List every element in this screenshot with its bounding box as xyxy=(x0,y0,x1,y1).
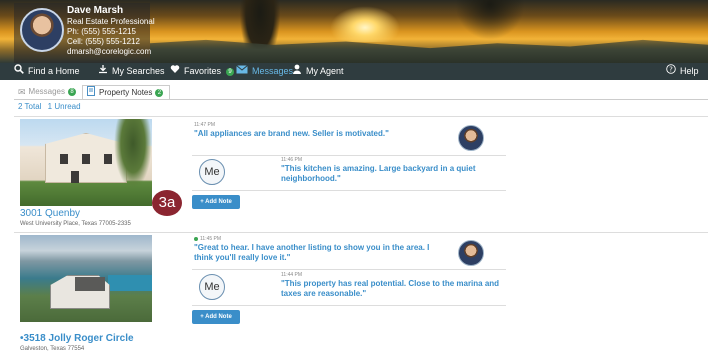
divider xyxy=(14,232,708,233)
note-time: 11:46 PM xyxy=(281,157,303,163)
note-text: "This property has real potential. Close… xyxy=(281,279,500,288)
my-note: 11:44 PM "This property has real potenti… xyxy=(281,272,499,299)
tab-property-notes-label: Property Notes xyxy=(99,87,153,97)
heart-icon xyxy=(170,63,180,80)
nav-my-searches[interactable]: My Searches xyxy=(98,63,165,80)
agent-note: 11:47 PM "All appliances are brand new. … xyxy=(194,122,389,139)
divider xyxy=(192,269,506,270)
tab-property-notes-badge: 2 xyxy=(155,88,164,97)
nav-favorites-label: Favorites xyxy=(184,66,222,76)
help-icon: ? xyxy=(666,63,676,80)
property-address: West University Place, Texas 77005-2335 xyxy=(20,221,131,227)
agent-info: Dave Marsh Real Estate Professional Ph: … xyxy=(67,5,155,57)
divider xyxy=(14,99,708,100)
header-banner: Dave Marsh Real Estate Professional Ph: … xyxy=(0,0,708,63)
agent-role: Real Estate Professional xyxy=(67,17,155,26)
divider xyxy=(192,155,506,156)
nav-my-agent[interactable]: My Agent xyxy=(292,63,344,80)
nav-help[interactable]: ? Help xyxy=(666,63,699,80)
tab-property-notes[interactable]: Property Notes 2 xyxy=(82,85,171,100)
note-text: taxes are reasonable." xyxy=(281,289,367,298)
my-note: 11:46 PM "This kitchen is amazing. Large… xyxy=(281,157,476,184)
roof-graphic xyxy=(75,277,105,291)
landscape-hills xyxy=(150,39,708,63)
tab-messages[interactable]: ✉ Messages 8 xyxy=(14,85,82,99)
note-time: 11:45 PM xyxy=(200,236,222,242)
nav-help-label: Help xyxy=(680,66,699,76)
note-text: "Great to hear. I have another listing t… xyxy=(194,243,430,252)
search-icon xyxy=(14,63,24,80)
note-time: 11:47 PM xyxy=(194,122,216,128)
total-count[interactable]: 2 Total xyxy=(18,102,41,111)
agent-email[interactable]: dmarsh@corelogic.com xyxy=(67,47,155,57)
window-graphic xyxy=(82,154,90,164)
add-note-button[interactable]: + Add Note xyxy=(192,310,240,324)
divider xyxy=(192,305,506,306)
agent-note: 11:45 PM "Great to hear. I have another … xyxy=(194,236,429,263)
agent-name: Dave Marsh xyxy=(67,5,124,16)
note-text: "This kitchen is amazing. Large backyard… xyxy=(281,164,476,173)
main-nav: Find a Home My Searches Favorites 9 Mess… xyxy=(0,63,708,80)
divider xyxy=(14,116,708,117)
agent-avatar xyxy=(458,125,484,151)
window-graphic xyxy=(104,154,112,164)
property-photo[interactable] xyxy=(20,235,152,322)
tree-silhouette xyxy=(455,0,525,40)
window-graphic xyxy=(60,154,68,164)
property-title[interactable]: 3001 Quenby xyxy=(20,208,80,219)
property-title[interactable]: •3518 Jolly Roger Circle xyxy=(20,333,134,344)
property-address: Galveston, Texas 77554 xyxy=(20,346,85,352)
water-graphic xyxy=(108,275,152,291)
tree-graphic xyxy=(114,119,152,189)
note-text: think you'll really love it." xyxy=(194,253,291,262)
note-counts: 2 Total 1 Unread xyxy=(18,102,85,111)
sunset-graphic xyxy=(330,6,400,42)
download-arrow-icon xyxy=(98,63,108,80)
me-avatar: Me xyxy=(199,159,225,185)
nav-messages[interactable]: 9 Messages xyxy=(226,63,293,80)
tab-messages-badge: 8 xyxy=(68,88,77,96)
nav-messages-label: Messages xyxy=(252,66,294,76)
window-graphic xyxy=(71,171,79,183)
unread-dot xyxy=(194,236,198,241)
unread-count[interactable]: 1 Unread xyxy=(48,102,81,111)
agent-card: Dave Marsh Real Estate Professional Ph: … xyxy=(14,3,155,63)
me-avatar: Me xyxy=(199,274,225,300)
agent-cell: Cell: (555) 555-1212 xyxy=(67,37,140,46)
envelope-icon xyxy=(236,63,248,80)
divider xyxy=(192,190,506,191)
nav-my-searches-label: My Searches xyxy=(112,66,165,76)
callout-marker: 3a xyxy=(152,190,182,216)
envelope-icon: ✉ xyxy=(18,87,26,97)
nav-favorites[interactable]: Favorites xyxy=(170,63,221,80)
note-text: "All appliances are brand new. Seller is… xyxy=(194,129,389,138)
nav-find-home-label: Find a Home xyxy=(28,66,80,76)
agent-avatar xyxy=(458,240,484,266)
nav-find-home[interactable]: Find a Home xyxy=(14,63,80,80)
note-text: neighborhood." xyxy=(281,174,341,183)
property-photo[interactable] xyxy=(20,119,152,206)
nav-my-agent-label: My Agent xyxy=(306,66,344,76)
note-time: 11:44 PM xyxy=(281,272,303,278)
add-note-button[interactable]: + Add Note xyxy=(192,195,240,209)
agent-phone: Ph: (555) 555-1215 xyxy=(67,27,136,36)
agent-photo xyxy=(20,8,64,52)
svg-text:?: ? xyxy=(669,66,673,74)
tab-messages-label: Messages xyxy=(28,87,66,96)
message-tabs: ✉ Messages 8 Property Notes 2 xyxy=(14,85,171,100)
messages-count-badge: 9 xyxy=(226,67,234,76)
person-icon xyxy=(292,63,302,80)
notes-icon xyxy=(87,85,96,100)
